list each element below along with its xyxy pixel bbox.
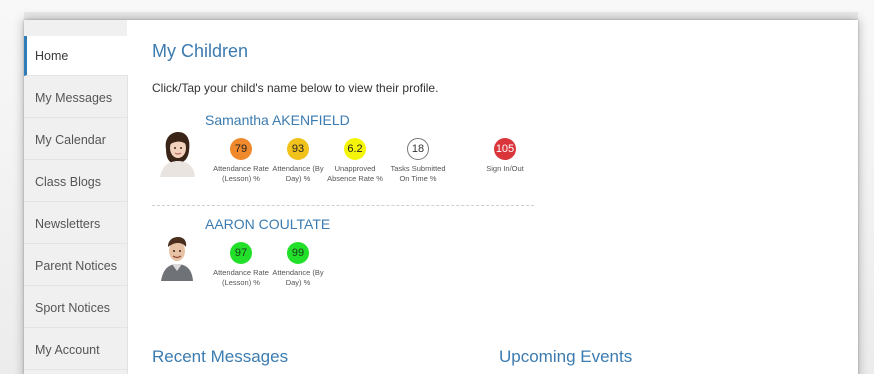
stat-label: Attendance (By Day) % [272,268,324,287]
girl-avatar-icon[interactable] [158,131,196,177]
sidebar-nav: Home My Messages My Calendar Class Blogs… [24,36,128,374]
stat-value-badge: 79 [230,138,252,160]
sidebar-top-spacer [24,20,127,36]
children-divider [152,205,534,206]
stat-label: Attendance (By Day) % [272,164,324,183]
stat-unapproved-absence[interactable]: 6.2 Unapproved Absence Rate % [323,138,387,184]
app-frame [24,20,858,374]
stat-value-badge: 93 [287,138,309,160]
stat-attendance-lesson[interactable]: 97 Attendance Rate (Lesson) % [209,242,273,288]
recent-messages-heading: Recent Messages [152,347,289,366]
child-name-link[interactable]: AARON COULTATE [205,216,330,232]
stat-label: Unapproved Absence Rate % [327,164,383,183]
sidebar-item-my-calendar[interactable]: My Calendar [24,120,127,160]
stat-attendance-by-day[interactable]: 93 Attendance (By Day) % [266,138,330,184]
stat-attendance-lesson[interactable]: 79 Attendance Rate (Lesson) % [209,138,273,184]
sidebar-item-my-messages[interactable]: My Messages [24,78,127,118]
sidebar-item-parent-notices[interactable]: Parent Notices [24,246,127,286]
sidebar-item-my-account[interactable]: My Account [24,330,127,370]
stat-tasks-submitted[interactable]: 18 Tasks Submitted On Time % [386,138,450,184]
stat-value-badge: 105 [494,138,516,160]
boy-avatar-icon[interactable] [158,235,196,281]
sidebar-item-class-blogs[interactable]: Class Blogs [24,162,127,202]
stat-value-badge: 97 [230,242,252,264]
sidebar-item-sport-notices[interactable]: Sport Notices [24,288,127,328]
instruction-text: Click/Tap your child's name below to vie… [152,81,439,95]
page-title: My Children [152,41,249,61]
stat-label: Attendance Rate (Lesson) % [213,268,269,287]
child-name-link[interactable]: Samantha AKENFIELD [205,112,350,128]
stat-value-badge: 99 [287,242,309,264]
stat-attendance-by-day[interactable]: 99 Attendance (By Day) % [266,242,330,288]
upcoming-events-heading: Upcoming Events [499,347,633,366]
stat-label: Attendance Rate (Lesson) % [213,164,269,183]
sidebar-item-home[interactable]: Home [24,36,128,76]
stat-value-badge: 18 [407,138,429,160]
sidebar-item-newsletters[interactable]: Newsletters [24,204,127,244]
stat-label: Sign In/Out [486,164,524,173]
stat-value-badge: 6.2 [344,138,366,160]
window-top-bar [24,12,858,20]
stat-sign-in-out[interactable]: 105 Sign In/Out [473,138,537,174]
stat-label: Tasks Submitted On Time % [390,164,446,183]
screen: Home My Messages My Calendar Class Blogs… [0,0,874,374]
